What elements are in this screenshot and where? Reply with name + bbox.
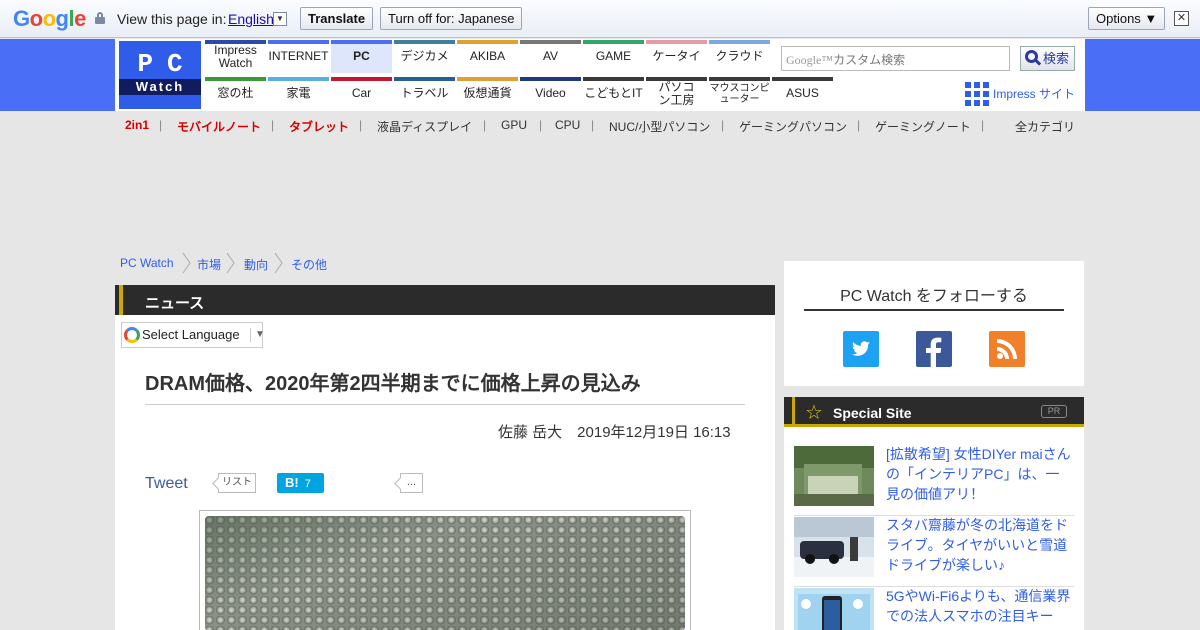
nav-dejikame[interactable]: デジカメ xyxy=(394,40,455,73)
interior-pc-thumbnail xyxy=(794,446,874,506)
site-nav: Impress Watch INTERNET PC デジカメ AKIBA AV … xyxy=(205,40,835,111)
nav-video[interactable]: Video xyxy=(520,77,581,110)
chevron-down-icon[interactable]: ▼ xyxy=(273,12,287,26)
nav-travel[interactable]: トラベル xyxy=(394,77,455,110)
category-mobile-note[interactable]: モバイルノート xyxy=(177,118,261,135)
search-button[interactable]: 検索 xyxy=(1020,46,1075,71)
breadcrumb-pc-watch[interactable]: PC Watch xyxy=(120,256,174,270)
chevron-right-icon xyxy=(274,252,283,274)
car-snow-thumbnail xyxy=(794,517,874,577)
list-item[interactable]: [拡散希望] 女性DIYer maiさんの「インテリアPC」は、一見の価値アリ！ xyxy=(794,446,1074,516)
options-button[interactable]: Options ▼ xyxy=(1088,7,1166,30)
google-logo: Google xyxy=(13,6,86,31)
search-input[interactable]: Google™カスタム検索 xyxy=(781,46,1010,71)
twitter-icon[interactable] xyxy=(843,331,879,367)
google-g-icon xyxy=(124,327,140,343)
nav-madonomori[interactable]: 窓の杜 xyxy=(205,77,266,110)
smartphone-thumbnail xyxy=(794,588,874,630)
chevron-right-icon xyxy=(182,252,191,274)
article-title: DRAM価格、2020年第2四半期までに価格上昇の見込み xyxy=(145,373,641,395)
impress-site-link[interactable]: Impress サイト xyxy=(965,82,1075,106)
nav-car[interactable]: Car xyxy=(331,77,392,110)
section-title: ニュース xyxy=(145,295,205,312)
category-cpu[interactable]: CPU xyxy=(555,118,580,132)
category-nuc[interactable]: NUC/小型パソコン xyxy=(609,118,710,135)
follow-panel: PC Watch をフォローする xyxy=(784,261,1084,386)
nav-cloud[interactable]: クラウド xyxy=(709,40,770,73)
tweet-button[interactable]: Tweet xyxy=(145,475,188,493)
turn-off-button[interactable]: Turn off for: Japanese xyxy=(380,7,523,30)
nav-keitai[interactable]: ケータイ xyxy=(646,40,707,73)
article-photo xyxy=(199,510,691,630)
special-item-text: スタバ齋藤が冬の北海道をドライブ。タイヤがいいと雪道ドライブが楽しい♪ xyxy=(886,517,1068,573)
category-tablet[interactable]: タブレット xyxy=(289,118,349,135)
facebook-icon[interactable] xyxy=(916,331,952,367)
nav-crypto[interactable]: 仮想通貨 xyxy=(457,77,518,110)
nav-asus[interactable]: ASUS xyxy=(772,77,833,110)
language-link[interactable]: English xyxy=(228,11,274,27)
list-item[interactable]: スタバ齋藤が冬の北海道をドライブ。タイヤがいいと雪道ドライブが楽しい♪ xyxy=(794,517,1074,587)
special-item-text: 5GやWi-Fi6よりも、通信業界での法人スマホの注目キー xyxy=(886,588,1071,624)
article-byline: 佐藤 岳大 2019年12月19日 16:13 xyxy=(498,424,731,441)
breadcrumb-other[interactable]: その他 xyxy=(291,256,327,273)
nav-mouse-computer[interactable]: マウスコンピューター xyxy=(709,77,770,110)
rss-icon[interactable] xyxy=(989,331,1025,367)
nav-av[interactable]: AV xyxy=(520,40,581,73)
nav-kaden[interactable]: 家電 xyxy=(268,77,329,110)
follow-title: PC Watch をフォローする xyxy=(840,288,1028,305)
translate-button[interactable]: Translate xyxy=(300,7,374,30)
breadcrumb-market[interactable]: 市場 xyxy=(197,256,221,273)
twitter-list-count[interactable]: リスト xyxy=(218,473,256,493)
article-main: ニュース Select Language ▼ DRAM価格、2020年第2四半期… xyxy=(115,285,775,630)
dram-chip-image xyxy=(205,516,685,630)
nav-kodomo-it[interactable]: こどもとIT xyxy=(583,77,644,110)
nav-impress-watch[interactable]: Impress Watch xyxy=(205,40,266,73)
category-display[interactable]: 液晶ディスプレイ xyxy=(377,118,472,135)
all-categories-link[interactable]: 全カテゴリ xyxy=(1015,118,1075,135)
special-item-text: [拡散希望] 女性DIYer maiさんの「インテリアPC」は、一見の価値アリ！ xyxy=(886,446,1071,502)
hatena-bookmark-button[interactable]: B! 7 xyxy=(277,473,324,493)
google-translate-bar: Google View this page in: English ▼ Tran… xyxy=(0,0,1200,38)
category-gaming-note[interactable]: ゲーミングノート xyxy=(875,118,971,135)
title-divider xyxy=(145,404,745,405)
special-site-panel: ☆ Special Site PR [拡散希望] 女性DIYer maiさんの「… xyxy=(784,397,1084,630)
close-icon[interactable]: ✕ xyxy=(1174,11,1189,26)
section-header: ニュース xyxy=(115,285,775,315)
list-item[interactable]: 5GやWi-Fi6よりも、通信業界での法人スマホの注目キー xyxy=(794,588,1074,630)
nav-game[interactable]: GAME xyxy=(583,40,644,73)
view-page-label: View this page in: xyxy=(117,11,227,27)
more-share-count[interactable]: ... xyxy=(400,473,423,493)
category-gaming-pc[interactable]: ゲーミングパソコン xyxy=(739,118,847,135)
chevron-right-icon xyxy=(226,252,235,274)
nav-pc[interactable]: PC xyxy=(331,40,392,73)
special-site-title: Special Site xyxy=(833,405,912,421)
breadcrumb-trend[interactable]: 動向 xyxy=(244,256,268,273)
lock-icon xyxy=(95,12,105,24)
special-site-header: ☆ Special Site PR xyxy=(784,397,1084,427)
chevron-down-icon: ▼ xyxy=(250,328,265,342)
category-gpu[interactable]: GPU xyxy=(501,118,527,132)
pr-badge: PR xyxy=(1041,405,1067,418)
nav-internet[interactable]: INTERNET xyxy=(268,40,329,73)
pc-watch-logo[interactable]: PC Watch xyxy=(119,41,201,109)
grid-icon xyxy=(965,82,989,106)
category-2in1[interactable]: 2in1 xyxy=(125,118,149,132)
select-language-dropdown[interactable]: Select Language ▼ xyxy=(121,322,265,348)
nav-akiba[interactable]: AKIBA xyxy=(457,40,518,73)
nav-pc-koubou[interactable]: パソコン工房 xyxy=(646,77,707,110)
star-icon: ☆ xyxy=(805,402,823,424)
